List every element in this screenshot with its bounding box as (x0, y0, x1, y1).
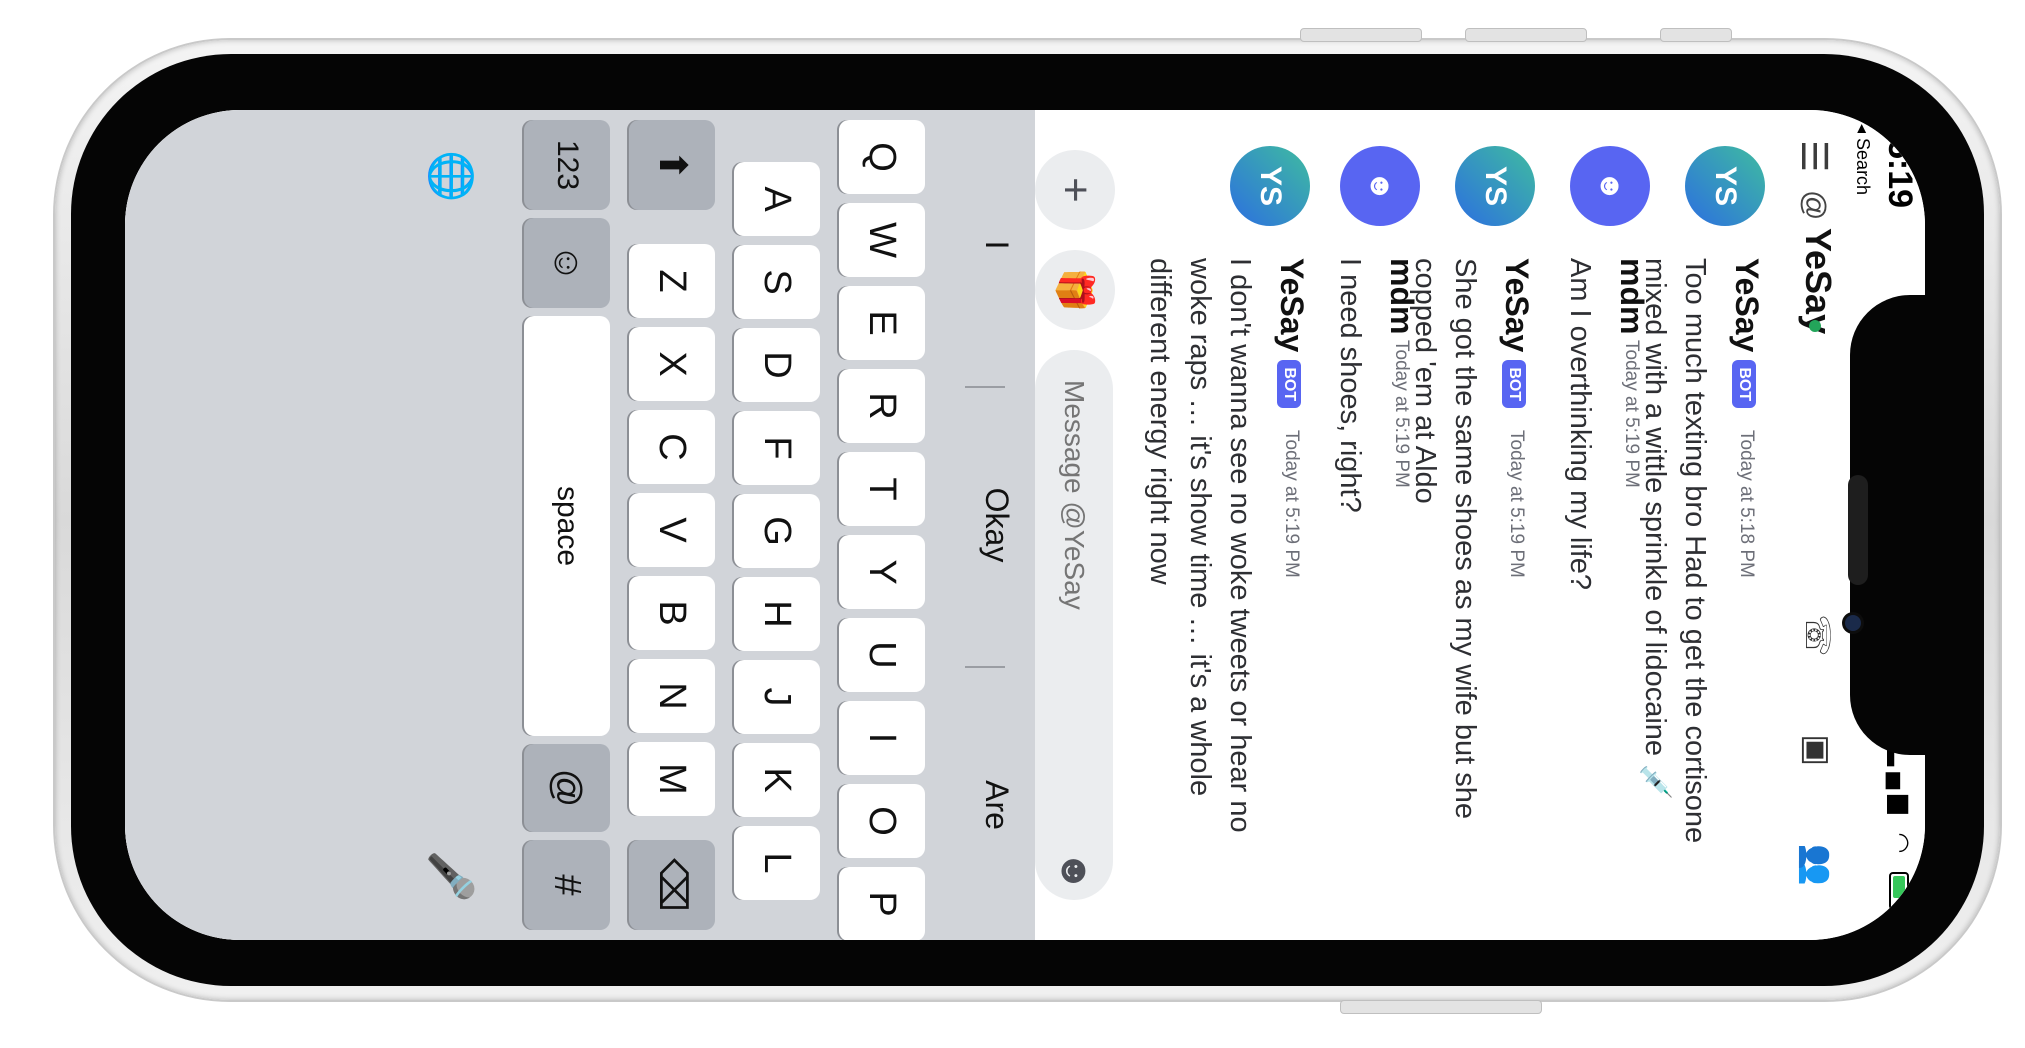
channel-name[interactable]: YeSay (1797, 228, 1839, 334)
key-d[interactable]: D (734, 328, 820, 402)
numbers-key[interactable]: 123 (524, 120, 610, 210)
gift-button[interactable]: 🎁 (1035, 250, 1115, 330)
keyboard: I Okay Are Q W E R T Y U I O P A S D F G H J K L ⬆ Z X C V B N M ⌫ 1… (125, 110, 1035, 940)
message-author[interactable]: YeSay BOT (1273, 258, 1310, 409)
key-e[interactable]: E (839, 286, 925, 360)
key-p[interactable]: P (839, 867, 925, 940)
key-h[interactable]: H (734, 577, 820, 651)
message-text: I don't wanna see no woke tweets or hear… (1144, 258, 1256, 833)
key-y[interactable]: Y (839, 535, 925, 609)
message-author[interactable]: mdm (1383, 258, 1420, 334)
shift-key[interactable]: ⬆ (629, 120, 715, 210)
bot-badge: BOT (1277, 360, 1301, 409)
bot-avatar[interactable]: YS (1230, 146, 1310, 226)
microphone-icon[interactable]: 🎤 (426, 850, 475, 902)
key-i[interactable]: I (839, 701, 925, 775)
signal-icon: ▂▄▆ (1887, 747, 1914, 820)
bot-badge: BOT (1502, 360, 1526, 409)
key-z[interactable]: Z (629, 244, 715, 318)
key-k[interactable]: K (734, 743, 820, 817)
message-timestamp: Today at 5:19 PM (1391, 340, 1412, 488)
header-actions: ☏ ▣ 👥 (1797, 614, 1837, 920)
screen: 5:19 ◂ Search ▂▄▆ ◠ ☰ @ YeSay ☏ ▣ 👥 YS Y… (125, 110, 1925, 940)
message-text: I need shoes, right? (1334, 258, 1366, 513)
key-w[interactable]: W (839, 203, 925, 277)
hash-key[interactable]: # (524, 840, 610, 930)
key-x[interactable]: X (629, 327, 715, 401)
status-time: 5:19 (1881, 140, 1919, 209)
power-button (1340, 1000, 1542, 1014)
suggestion-divider (965, 666, 1005, 668)
message-timestamp: Today at 5:19 PM (1281, 430, 1302, 578)
key-v[interactable]: V (629, 493, 715, 567)
discord-icon[interactable]: ☻ (1570, 146, 1650, 226)
threads-icon[interactable]: ▣ (1798, 734, 1836, 800)
emoji-picker-icon[interactable]: ☻ (1052, 850, 1097, 892)
message-author[interactable]: YeSayBOT (1498, 258, 1535, 409)
call-icon[interactable]: ☏ (1798, 614, 1836, 691)
backspace-key[interactable]: ⌫ (629, 840, 715, 930)
back-to-search-link[interactable]: ◂ Search (1852, 124, 1873, 195)
message-composer: + 🎁 ☻ (1035, 110, 1145, 940)
key-j[interactable]: J (734, 660, 820, 734)
discord-icon[interactable]: ☻ (1340, 146, 1420, 226)
message-author[interactable]: mdm (1613, 258, 1650, 334)
at-key[interactable]: @ (524, 744, 610, 832)
key-a[interactable]: A (734, 162, 820, 236)
wifi-icon: ◠ (1887, 832, 1914, 860)
bot-avatar[interactable]: YS (1455, 146, 1535, 226)
key-m[interactable]: M (629, 742, 715, 816)
message-timestamp: Today at 5:18 PM (1736, 430, 1757, 578)
message-text: Am I overthinking my life? (1564, 258, 1596, 591)
bot-badge: BOT (1732, 360, 1756, 409)
suggestion-item[interactable]: Are (978, 670, 1015, 940)
front-camera (1845, 615, 1861, 631)
key-b[interactable]: B (629, 576, 715, 650)
suggestion-item[interactable]: Okay (978, 390, 1015, 660)
key-l[interactable]: L (734, 826, 820, 900)
members-icon[interactable]: 👥 (1798, 844, 1836, 920)
message-timestamp: Today at 5:19 PM (1506, 430, 1527, 578)
app-canvas: 5:19 ◂ Search ▂▄▆ ◠ ☰ @ YeSay ☏ ▣ 👥 YS Y… (125, 110, 1925, 940)
message-text: Too much texting bro Had to get the cort… (1639, 258, 1711, 844)
suggestion-divider (965, 386, 1005, 388)
globe-icon[interactable]: 🌐 (426, 150, 475, 202)
message-input[interactable] (1035, 350, 1113, 900)
emoji-key[interactable]: ☺ (524, 218, 610, 308)
author-label: YeSay (1274, 258, 1310, 353)
key-g[interactable]: G (734, 494, 820, 568)
message-text: She got the same shoes as my wife but sh… (1409, 258, 1481, 819)
key-s[interactable]: S (734, 245, 820, 319)
volume-down-button (1465, 28, 1587, 42)
at-icon: @ (1798, 190, 1831, 221)
bot-avatar[interactable]: YS (1685, 146, 1765, 226)
suggestion-item[interactable]: I (978, 110, 1015, 380)
message-timestamp: Today at 5:19 PM (1621, 340, 1642, 488)
earpiece-speaker (1848, 475, 1868, 585)
key-o[interactable]: O (839, 784, 925, 858)
status-icons: ▂▄▆ ◠ (1886, 748, 1915, 910)
space-key[interactable]: space (524, 316, 610, 736)
message-author[interactable]: YeSayBOT (1728, 258, 1765, 409)
add-attachment-button[interactable]: + (1035, 150, 1115, 230)
key-n[interactable]: N (629, 659, 715, 733)
key-u[interactable]: U (839, 618, 925, 692)
online-status-dot (1809, 320, 1821, 332)
key-q[interactable]: Q (839, 120, 925, 194)
key-c[interactable]: C (629, 410, 715, 484)
battery-icon (1889, 872, 1910, 910)
mute-switch (1660, 28, 1732, 42)
suggestion-bar: I Okay Are (949, 110, 1035, 940)
key-r[interactable]: R (839, 369, 925, 443)
key-f[interactable]: F (734, 411, 820, 485)
menu-icon[interactable]: ☰ (1793, 140, 1835, 172)
volume-up-button (1300, 28, 1422, 42)
key-t[interactable]: T (839, 452, 925, 526)
chat-header: ☰ @ YeSay ☏ ▣ 👥 (1775, 110, 1855, 940)
